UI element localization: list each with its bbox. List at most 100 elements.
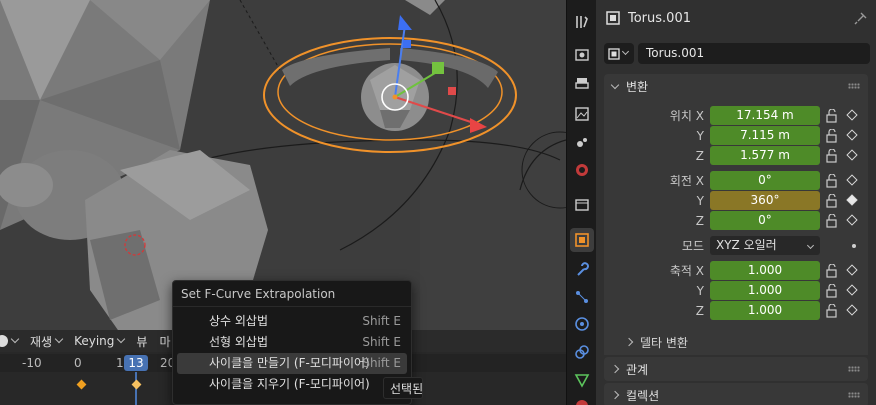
camera-back-icon [575,49,589,61]
tab-physics[interactable] [570,312,594,336]
keyframe-diamond-icon[interactable] [846,149,858,161]
menu-item-make-cyclic[interactable]: 사이클을 만들기 (F-모디파이어) Shift E [177,353,407,374]
tab-modifiers[interactable] [570,258,594,282]
view-menu-label: 뷰 [136,334,148,349]
location-y-label: Y [696,129,704,143]
unlock-icon[interactable] [826,174,838,188]
material-icon [576,400,588,405]
collection-box-icon [575,199,589,211]
rotation-z-field[interactable]: 0° [710,211,820,230]
object-name-title: Torus.001 [628,10,691,26]
location-x-field[interactable]: 17.154 m [710,106,820,125]
tab-collection[interactable] [570,193,594,217]
tab-tool[interactable] [570,10,594,34]
clock-icon [0,335,8,347]
tab-constraints[interactable] [570,340,594,364]
menu-item-linear-extrapolation[interactable]: 선형 외삽법 Shift E [177,332,407,353]
unlock-icon[interactable] [826,264,838,278]
drag-grip-icon[interactable] [848,83,860,89]
keyframe[interactable] [131,379,142,390]
keyframe-diamond-icon[interactable] [846,264,858,276]
keyframe-filled-diamond-icon[interactable] [846,194,858,206]
keyframe-diamond-icon[interactable] [846,129,858,141]
scale-x-label: 축적 X [669,264,704,278]
tab-render[interactable] [570,42,594,66]
tab-world[interactable] [570,158,594,182]
tab-view-layer[interactable] [570,102,594,126]
object-type-dropdown[interactable] [604,43,634,64]
keyframe-diamond-icon[interactable] [846,109,858,121]
keying-menu[interactable]: Keying [68,330,130,352]
tab-output[interactable] [570,72,594,96]
tab-scene[interactable] [570,130,594,154]
chevron-down-icon [10,334,20,344]
transform-panel-body: 위치 X 17.154 m Y 7.115 m Z 1.577 m 회전 X 0… [604,98,868,355]
scale-x-row: 축적 X 1.000 [604,261,868,281]
scene-icon [577,138,587,147]
unlock-icon[interactable] [826,214,838,228]
menu-item-clear-cyclic[interactable]: 사이클을 지우기 (F-모디파이어) Sl [177,374,407,395]
rotation-y-label: Y [696,194,704,208]
keyframe-diamond-icon[interactable] [846,284,858,296]
unlock-icon[interactable] [826,304,838,318]
view-menu[interactable]: 뷰 [130,330,153,352]
drag-grip-icon[interactable] [848,392,860,398]
menu-item-constant-extrapolation[interactable]: 상수 외삽법 Shift E [177,311,407,332]
unlock-icon[interactable] [826,284,838,298]
current-frame-indicator[interactable]: 13 [124,355,148,371]
tick-label: -10 [22,356,42,370]
drag-grip-icon[interactable] [848,366,860,372]
panel-title: 변환 [626,79,649,94]
keying-menu-label: Keying [74,334,115,348]
properties-tab-bar [566,0,596,405]
pin-icon[interactable] [854,11,868,25]
collections-panel-header[interactable]: 컬렉션 [604,383,868,405]
chevron-right-icon [610,364,620,374]
location-y-field[interactable]: 7.115 m [710,126,820,145]
menu-item-shortcut: Shift E [362,356,401,370]
transform-panel-header[interactable]: 변환 [604,74,868,98]
location-z-label: Z [695,149,704,163]
scale-z-row: Z 1.000 [604,301,868,321]
chevron-down-icon [621,47,630,56]
delta-transform-subpanel[interactable]: 델타 변환 [604,331,868,353]
rotation-mode-dropdown[interactable]: XYZ 오일러 [710,236,820,255]
menu-item-shortcut: Shift E [362,314,401,328]
properties-header: Torus.001 [596,0,876,36]
scale-y-row: Y 1.000 [604,281,868,301]
scale-z-field[interactable]: 1.000 [710,301,820,320]
tab-object[interactable] [570,228,594,252]
image-icon [575,107,589,121]
unlock-icon[interactable] [826,149,838,163]
unlock-icon[interactable] [826,109,838,123]
tab-data[interactable] [570,368,594,392]
relations-panel-header[interactable]: 관계 [604,357,868,381]
wrench-icon [577,262,589,276]
object-name-field[interactable]: Torus.001 [638,43,870,64]
keyframe-diamond-icon[interactable] [846,304,858,316]
timeline-editor-type-button[interactable] [0,330,24,352]
menu-item-label: 사이클을 지우기 (F-모디파이어) [209,377,370,391]
panel-title: 컬렉션 [626,388,660,403]
rotation-mode-value: XYZ 오일러 [716,238,777,252]
rotation-y-field[interactable]: 360° [710,191,820,210]
chevron-down-icon [610,80,620,89]
keyframe[interactable] [76,379,87,390]
tab-material[interactable] [570,394,594,405]
rotation-mode-label: 모드 [681,239,704,253]
animate-dot-icon[interactable] [852,244,856,248]
playback-menu[interactable]: 재생 [24,330,68,352]
location-z-field[interactable]: 1.577 m [710,146,820,165]
keyframe-diamond-icon[interactable] [846,174,858,186]
rotation-x-field[interactable]: 0° [710,171,820,190]
tab-particles[interactable] [570,285,594,309]
menu-item-label: 사이클을 만들기 (F-모디파이어) [209,356,370,370]
unlock-icon[interactable] [826,129,838,143]
keyframe-diamond-icon[interactable] [846,214,858,226]
unlock-icon[interactable] [826,194,838,208]
printer-icon [575,78,589,89]
scale-x-field[interactable]: 1.000 [710,261,820,280]
marker-menu-label: 마 [159,334,171,349]
scale-y-field[interactable]: 1.000 [710,281,820,300]
chevron-right-icon [624,337,634,347]
